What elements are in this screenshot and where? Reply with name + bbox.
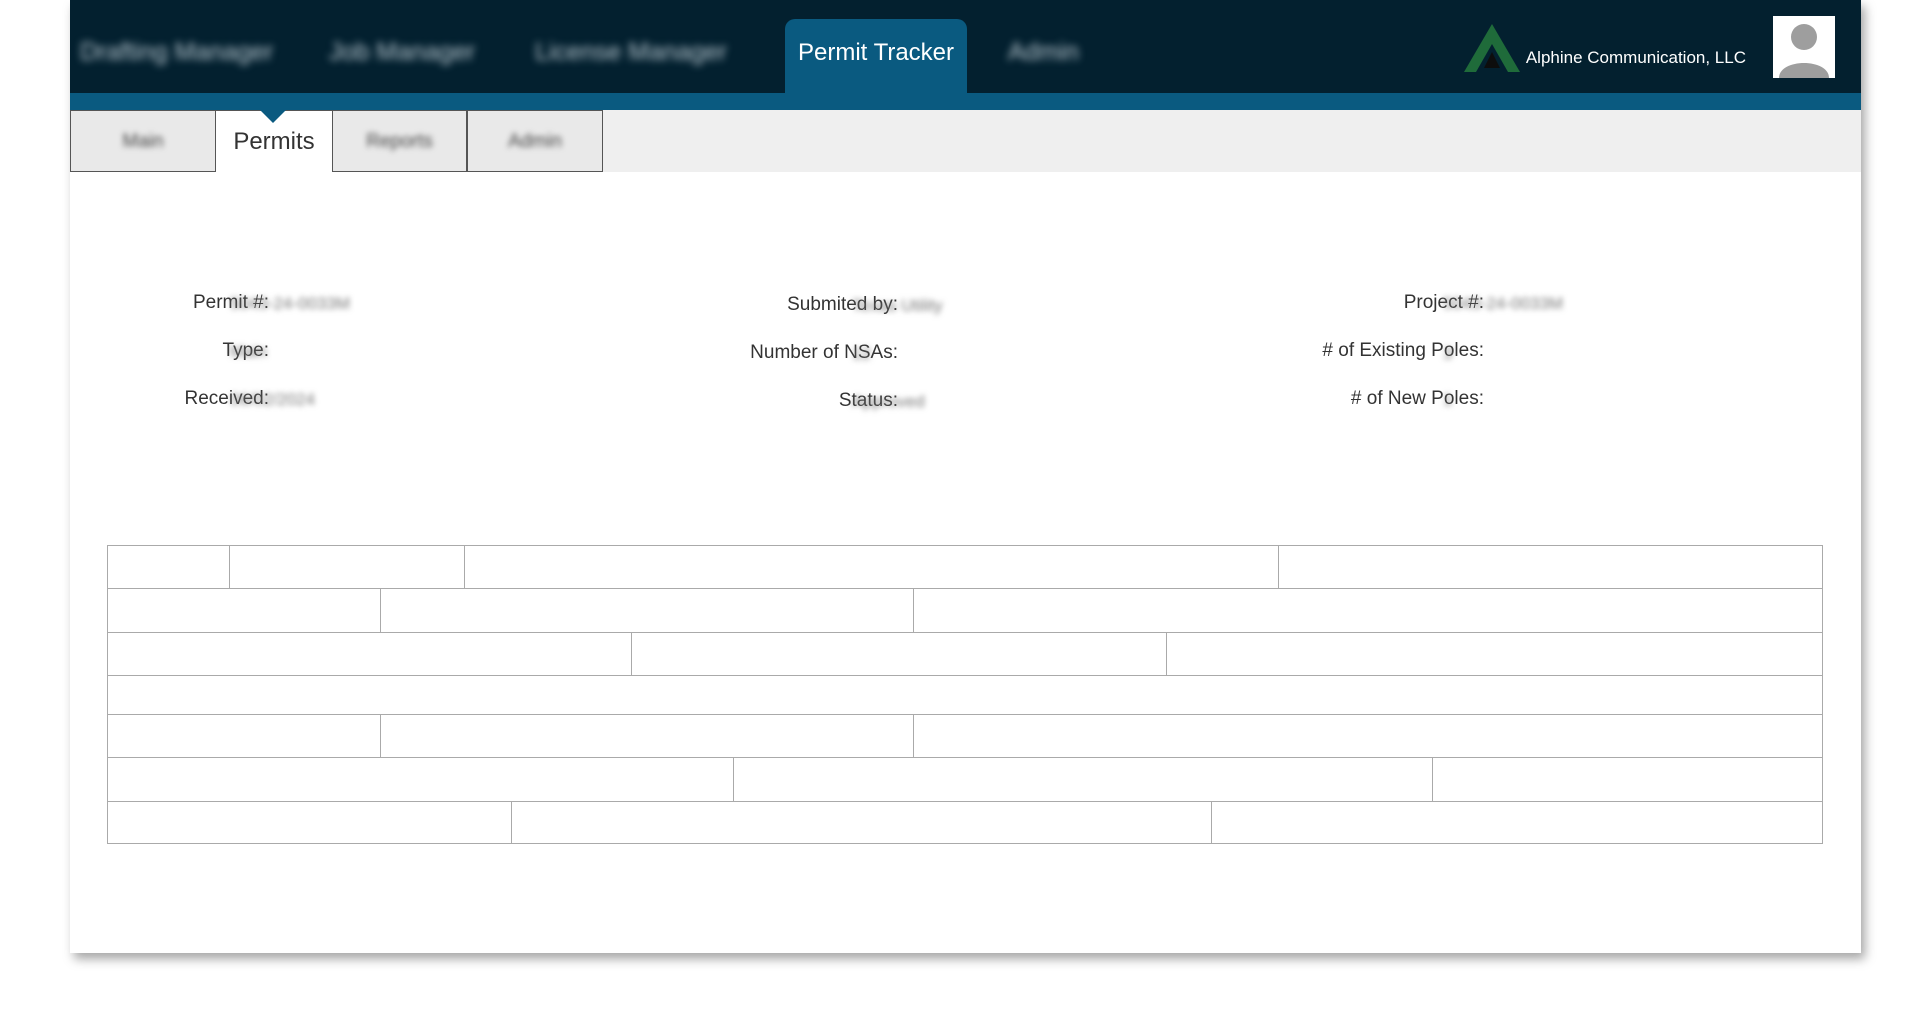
subtab-admin-label: Admin: [508, 131, 562, 152]
user-avatar-icon[interactable]: [1773, 16, 1835, 78]
active-tab-pointer-icon: [260, 110, 286, 123]
sub-tab-bar: Main Permits Reports Admin: [70, 110, 1861, 172]
grid-row: [108, 676, 1822, 715]
permit-detail-grid: [107, 545, 1823, 844]
grid-cell[interactable]: [381, 715, 914, 757]
grid-cell[interactable]: [230, 546, 465, 588]
existing-poles-value: 3: [1443, 344, 1453, 363]
nav-permit-tracker[interactable]: Permit Tracker: [785, 19, 968, 93]
grid-cell[interactable]: [108, 589, 381, 632]
nav-license-manager[interactable]: License Manager: [535, 36, 727, 68]
subtab-main-label: Main: [122, 131, 164, 152]
grid-row: [108, 758, 1822, 802]
subtab-admin[interactable]: Admin: [467, 110, 603, 172]
nav-drafting-manager[interactable]: Drafting Manager: [80, 36, 273, 68]
grid-cell[interactable]: [108, 758, 734, 801]
type-value: Main: [230, 342, 267, 361]
new-poles-label: # of New Poles:: [1350, 388, 1484, 409]
grid-cell[interactable]: [108, 802, 512, 844]
triangle-logo-icon: [1463, 24, 1520, 72]
submitted-by-value: Texas Utility: [852, 296, 943, 315]
top-navigation-bar: Drafting Manager Job Manager License Man…: [70, 0, 1861, 93]
grid-row: [108, 589, 1822, 633]
received-value: 06/02/2024: [230, 390, 316, 409]
grid-cell[interactable]: [632, 633, 1167, 675]
grid-cell[interactable]: [465, 546, 1279, 588]
grid-cell[interactable]: [381, 589, 914, 632]
status-value: Approved: [852, 392, 925, 411]
grid-cell[interactable]: [108, 715, 381, 757]
top-navigation-accent-stripe: [70, 93, 1861, 110]
grid-cell[interactable]: [734, 758, 1433, 801]
number-of-nsas-label: Number of NSAs:: [750, 342, 898, 363]
nav-admin[interactable]: Admin: [1008, 36, 1079, 68]
grid-cell[interactable]: [108, 546, 230, 588]
number-of-nsas-value: 12: [852, 344, 871, 363]
grid-row: [108, 715, 1822, 758]
existing-poles-label: # of Existing Poles:: [1322, 340, 1484, 361]
grid-cell[interactable]: [512, 802, 1212, 844]
company-brand: Alphine Communication, LLC: [1462, 22, 1746, 74]
subtab-main[interactable]: Main: [70, 110, 216, 172]
grid-row: [108, 546, 1822, 589]
grid-row: [108, 802, 1822, 844]
nav-job-manager[interactable]: Job Manager: [329, 36, 475, 68]
app-window: Drafting Manager Job Manager License Man…: [70, 0, 1861, 953]
permit-number-value: 5043-24-0033M: [230, 294, 351, 313]
project-number-value: 5043-24-0033M: [1443, 294, 1564, 313]
subtab-permits-label: Permits: [233, 128, 315, 155]
subtab-reports[interactable]: Reports: [332, 110, 467, 172]
new-poles-value: 1: [1443, 390, 1453, 409]
company-name: Alphine Communication, LLC: [1525, 48, 1746, 67]
subtab-reports-label: Reports: [366, 131, 433, 152]
grid-cell[interactable]: [108, 633, 632, 675]
grid-row: [108, 633, 1822, 676]
